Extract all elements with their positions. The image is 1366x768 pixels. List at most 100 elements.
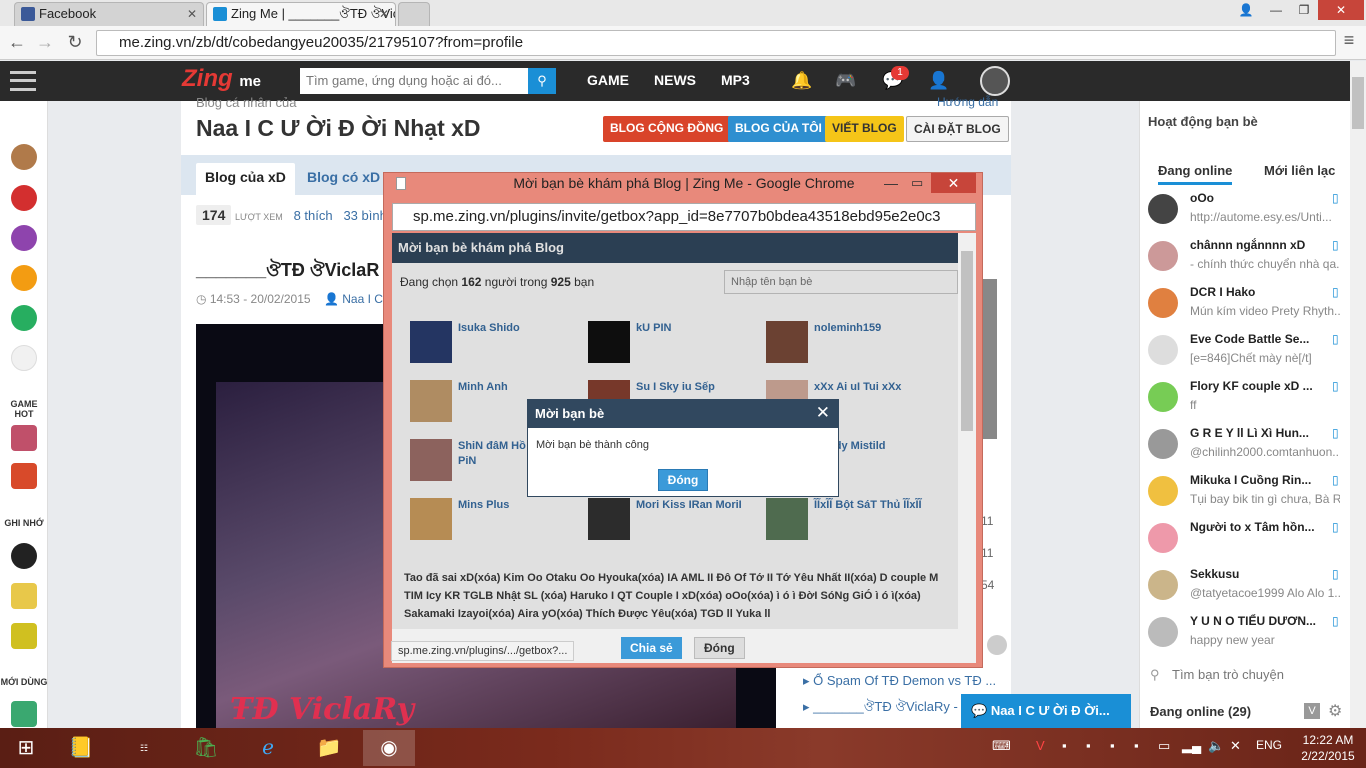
keyboard-icon[interactable]: ⌨ bbox=[992, 738, 1011, 754]
friend-item[interactable]: Người to x Tâm hồn... ▯ bbox=[1140, 518, 1351, 565]
tray-icon[interactable]: ▪ bbox=[1134, 738, 1139, 753]
friend-item[interactable]: chânnn ngắnnnn xD - chính thức chuyển nhà… bbox=[1140, 236, 1351, 283]
related-link[interactable]: ▸ _______ঔTĐ ঔViclaRy - bbox=[803, 698, 958, 719]
share-button[interactable]: Chia sẻ bbox=[621, 637, 682, 659]
tray-icon[interactable]: ▪ bbox=[1062, 738, 1067, 753]
friend-item[interactable]: Flory KF couple xD ... ff ▯ bbox=[1140, 377, 1351, 424]
minimize-icon[interactable]: — bbox=[884, 175, 898, 191]
tab-blog-co[interactable]: Blog có xD bbox=[298, 163, 389, 195]
scroll-thumb[interactable] bbox=[1352, 77, 1364, 129]
volume-icon[interactable]: 🔈 bbox=[1208, 738, 1224, 754]
minimize-icon[interactable]: — bbox=[1262, 0, 1290, 20]
friend-item[interactable]: Sekkusu @tatyetacoe1999 Alo Alo 1... ▯ bbox=[1140, 565, 1351, 612]
tab-zing[interactable]: Zing Me | _______ঔTĐ ঔViclaRy ✕ bbox=[206, 2, 396, 26]
ie-icon[interactable]: ℯ bbox=[242, 730, 294, 766]
menu-icon[interactable]: ≡ bbox=[1338, 30, 1360, 52]
write-blog-button[interactable]: VIẾT BLOG bbox=[825, 116, 904, 142]
bell-icon[interactable]: 🔔 bbox=[791, 71, 813, 91]
friend-item[interactable]: G R E Y ll Lì Xì Hun... @chilinh2000.comt… bbox=[1140, 424, 1351, 471]
blog-owner-title[interactable]: Naa I C Ư Ời Đ Ời Nhạt xD bbox=[196, 115, 481, 142]
popup-close-button[interactable]: ✕ bbox=[931, 173, 976, 193]
monitor-icon[interactable]: ▭ bbox=[1158, 738, 1170, 754]
new-tab-button[interactable] bbox=[398, 2, 430, 26]
page-scrollbar[interactable] bbox=[1350, 61, 1366, 728]
drive-icon[interactable] bbox=[11, 345, 37, 371]
tab-recent[interactable]: Mới liên lạc bbox=[1264, 163, 1335, 178]
gear-icon[interactable]: ⚙ bbox=[1328, 701, 1342, 721]
chat-search-input[interactable]: Tìm bạn trò chuyện bbox=[1148, 667, 1284, 682]
app-icon[interactable]: ☷ bbox=[118, 730, 170, 766]
game-icon[interactable] bbox=[11, 463, 37, 489]
tab-blog-cua[interactable]: Blog của xD bbox=[196, 163, 295, 195]
maximize-icon[interactable]: ❐ bbox=[1290, 0, 1318, 20]
address-bar[interactable]: me.zing.vn/zb/dt/cobedangyeu20035/217951… bbox=[96, 30, 1336, 56]
close-icon[interactable]: ✕ bbox=[1230, 738, 1241, 754]
gamepad-icon[interactable]: 🎮 bbox=[835, 71, 857, 91]
search-icon[interactable]: ⚲ bbox=[528, 68, 556, 94]
app-icon[interactable] bbox=[11, 623, 37, 649]
friend-item[interactable]: DCR I Hako Mún kím video Prety Rhyth... ▯ bbox=[1140, 283, 1351, 330]
menu-mp3[interactable]: MP3 bbox=[721, 72, 750, 88]
next-icon[interactable] bbox=[987, 635, 1007, 655]
user-icon[interactable]: 👤 bbox=[1232, 0, 1260, 20]
search-input[interactable]: Tìm game, ứng dụng hoặc ai đó... bbox=[300, 68, 528, 94]
emoji-icon[interactable] bbox=[11, 225, 37, 251]
tab-online[interactable]: Đang online bbox=[1158, 163, 1233, 185]
windows-start-icon[interactable]: ⊞ bbox=[0, 730, 52, 766]
blog-settings-button[interactable]: CÀI ĐẶT BLOG bbox=[906, 116, 1009, 142]
tab-facebook[interactable]: Facebook ✕ bbox=[14, 2, 204, 26]
community-blog-button[interactable]: BLOG CỘNG ĐỒNG bbox=[603, 116, 731, 142]
tray-icon[interactable]: ▪ bbox=[1086, 738, 1091, 753]
notepad-icon[interactable]: 📒 bbox=[55, 730, 107, 766]
popup-url[interactable]: sp.me.zing.vn/plugins/invite/getbox?app_… bbox=[392, 203, 976, 231]
likes-link[interactable]: 8 thích bbox=[294, 208, 333, 223]
check-icon[interactable] bbox=[11, 265, 37, 291]
online-count[interactable]: Đang online (29) bbox=[1150, 704, 1251, 719]
modal-ok-button[interactable]: Đóng bbox=[658, 469, 708, 491]
close-icon[interactable]: ✕ bbox=[187, 3, 197, 25]
folder-icon[interactable]: 📁 bbox=[303, 730, 355, 766]
post-author[interactable]: Naa I C bbox=[342, 292, 383, 306]
friend-item[interactable]: Y U N O TIỂU DƯƠN... happy new year ▯ bbox=[1140, 612, 1351, 659]
forward-icon[interactable]: → bbox=[34, 32, 56, 54]
menu-news[interactable]: NEWS bbox=[654, 72, 696, 88]
hamburger-icon[interactable] bbox=[10, 71, 36, 91]
friend-item[interactable]: Mikuka I Cuồng Rin... Tụi bay bik tin gì … bbox=[1140, 471, 1351, 518]
friend-item[interactable]: Eve Code Battle Se... [e=846]Chết mày nè[… bbox=[1140, 330, 1351, 377]
site-logo[interactable]: Zing me bbox=[182, 65, 261, 93]
image-icon[interactable] bbox=[11, 701, 37, 727]
back-icon[interactable]: ← bbox=[6, 32, 28, 54]
related-link[interactable]: ▸ Ổ Spam Of TĐ Demon vs TĐ ... bbox=[803, 673, 996, 689]
chat-popup[interactable]: 💬 Naa I C Ư Ời Đ Ời... bbox=[961, 694, 1131, 728]
signal-icon[interactable]: ▂▄ bbox=[1182, 738, 1201, 754]
my-blog-button[interactable]: BLOG CỦA TÔI bbox=[728, 116, 829, 142]
close-icon[interactable]: ✕ bbox=[816, 403, 830, 423]
maximize-icon[interactable]: ▭ bbox=[911, 175, 923, 191]
help-link[interactable]: Hướng dẫn bbox=[937, 95, 998, 109]
window-close-icon[interactable]: ✕ bbox=[1318, 0, 1364, 20]
chrome-icon[interactable]: ◉ bbox=[363, 730, 415, 766]
game-icon[interactable] bbox=[11, 425, 37, 451]
store-icon[interactable]: 🛍 bbox=[180, 730, 232, 766]
scroll-thumb[interactable] bbox=[961, 251, 973, 431]
post-title[interactable]: _______ঔTĐ ঔViclaR bbox=[196, 256, 379, 287]
app-icon[interactable] bbox=[11, 543, 37, 569]
reload-icon[interactable]: ↻ bbox=[64, 32, 86, 54]
menu-game[interactable]: GAME bbox=[587, 72, 629, 88]
apps-icon[interactable] bbox=[11, 305, 37, 331]
comments-link[interactable]: 33 bình bbox=[343, 208, 386, 223]
slot-icon[interactable] bbox=[11, 185, 37, 211]
list-icon[interactable] bbox=[11, 144, 37, 170]
v-icon[interactable]: V bbox=[1304, 703, 1320, 719]
popup-scrollbar[interactable] bbox=[958, 233, 976, 663]
v-icon[interactable]: V bbox=[1036, 738, 1045, 753]
app-icon[interactable] bbox=[11, 583, 37, 609]
clock[interactable]: 12:22 AM 2/22/2015 bbox=[1298, 732, 1358, 764]
close-button[interactable]: Đóng bbox=[694, 637, 745, 659]
friends-icon[interactable]: 👤 bbox=[928, 71, 950, 91]
avatar[interactable] bbox=[980, 66, 1010, 96]
tray-icon[interactable]: ▪ bbox=[1110, 738, 1115, 753]
close-icon[interactable]: ✕ bbox=[379, 3, 389, 25]
friend-item[interactable]: oOo http://autome.esy.es/Unti... ▯ bbox=[1140, 189, 1351, 236]
language[interactable]: ENG bbox=[1256, 738, 1282, 752]
